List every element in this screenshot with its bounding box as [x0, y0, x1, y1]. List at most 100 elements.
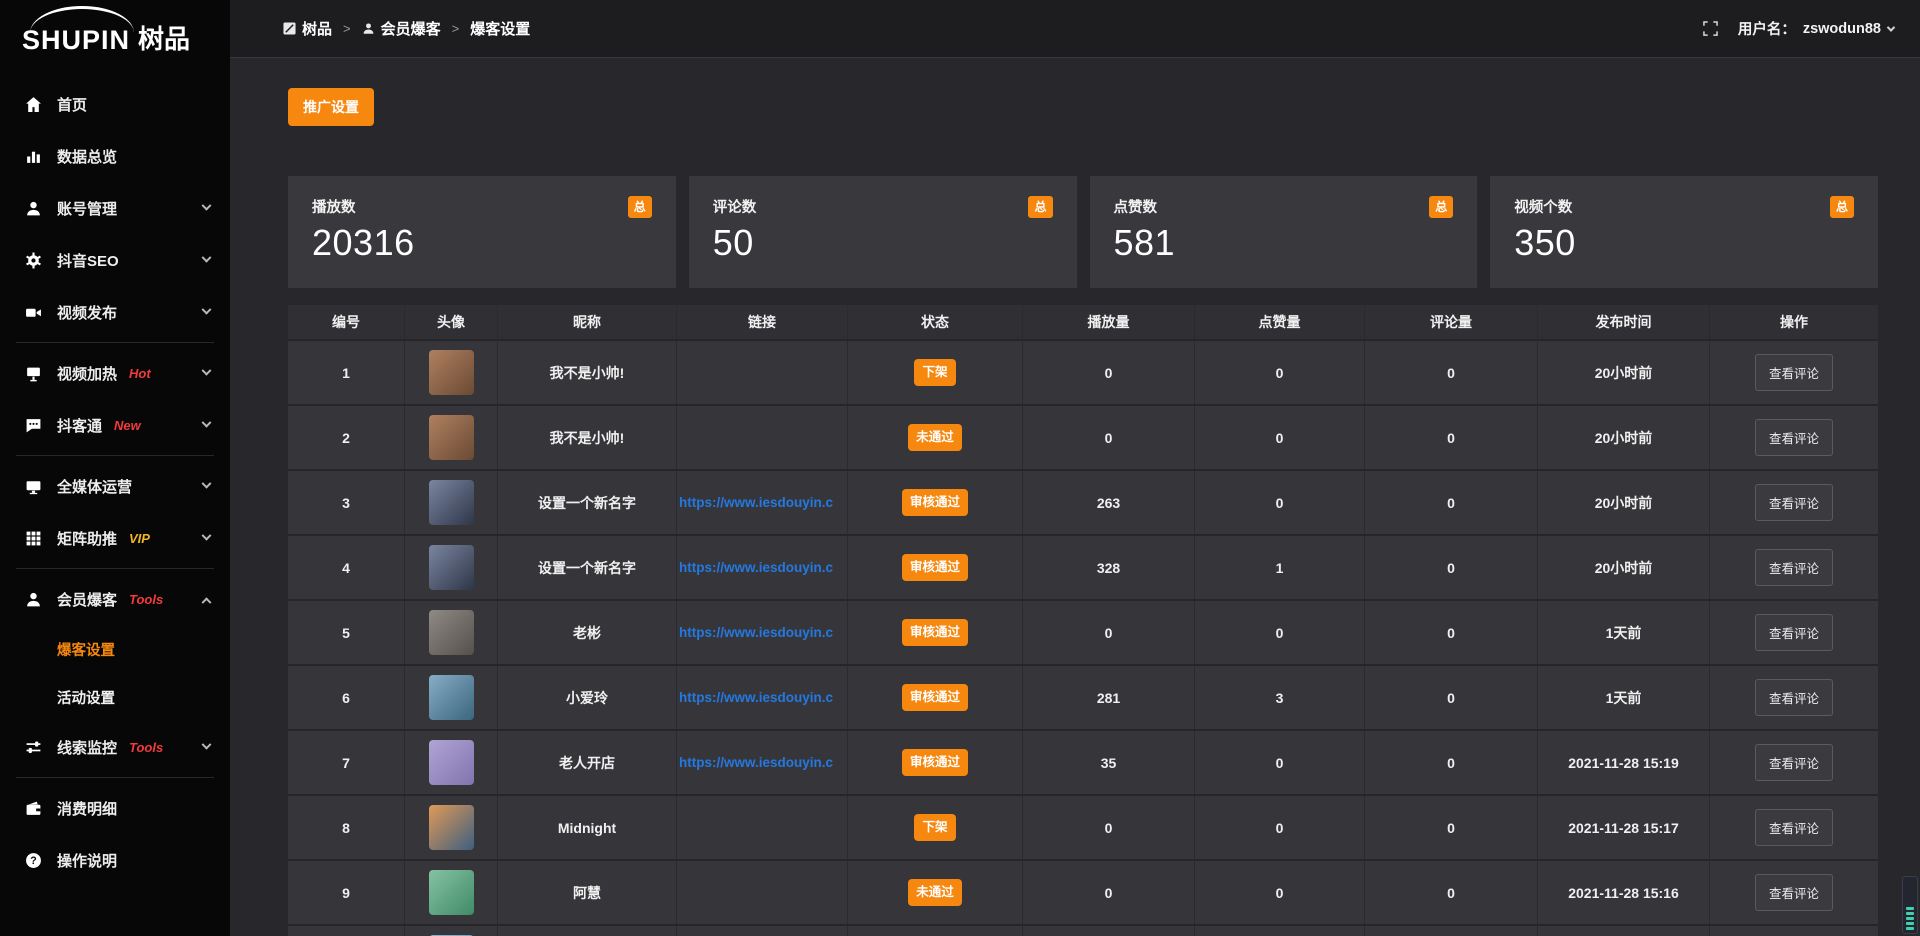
sidebar-item-operation-guide[interactable]: ? 操作说明: [0, 834, 230, 886]
view-comments-button[interactable]: 查看评论: [1755, 419, 1833, 456]
sidebar-item-media-operation[interactable]: 全媒体运营: [0, 460, 230, 512]
chevron-down-icon: [202, 200, 212, 210]
cell-status: 未通过: [848, 861, 1023, 924]
cell-comments: 0: [1365, 536, 1538, 599]
sidebar-item-consumption-detail[interactable]: 消费明细: [0, 782, 230, 834]
view-comments-button[interactable]: 查看评论: [1755, 484, 1833, 521]
status-badge: 未通过: [908, 879, 962, 906]
sidebar-item-account-management[interactable]: 账号管理: [0, 182, 230, 234]
cell-nickname: 设置一个新名字: [498, 471, 677, 534]
cell-status: 下架: [848, 796, 1023, 859]
cell-plays: 0: [1023, 796, 1195, 859]
sidebar: SHUPIN 树品 首页 数据总览 账号管理: [0, 0, 230, 936]
sidebar-item-video-heat[interactable]: 视频加热 Hot: [0, 347, 230, 399]
cell-plays: [1023, 926, 1195, 936]
video-link[interactable]: https://www.iesdouyin.c: [677, 690, 847, 705]
view-comments-button[interactable]: 查看评论: [1755, 874, 1833, 911]
breadcrumb-item-root[interactable]: 树品: [283, 18, 332, 39]
sidebar-item-clue-monitor[interactable]: 线索监控 Tools: [0, 721, 230, 773]
view-comments-button[interactable]: 查看评论: [1755, 809, 1833, 846]
sidebar-item-video-publish[interactable]: 视频发布: [0, 286, 230, 338]
breadcrumb-item-member-baoke[interactable]: 会员爆客: [362, 18, 441, 39]
cell-id: 9: [288, 861, 405, 924]
fullscreen-icon[interactable]: [1703, 21, 1718, 36]
dashboard-icon: [283, 22, 296, 35]
sidebar-subitem-label: 活动设置: [57, 687, 115, 708]
sidebar-item-data-overview[interactable]: 数据总览: [0, 130, 230, 182]
cell-nickname: 设置一个新名字: [498, 536, 677, 599]
cell-link: https://www.iesdouyin.c: [677, 731, 848, 794]
view-comments-button[interactable]: 查看评论: [1755, 614, 1833, 651]
view-comments-button[interactable]: 查看评论: [1755, 354, 1833, 391]
cell-comments: 0: [1365, 861, 1538, 924]
table-row: 4 设置一个新名字 https://www.iesdouyin.c 审核通过 3…: [288, 536, 1878, 601]
table-row: 7 老人开店 https://www.iesdouyin.c 审核通过 35 0…: [288, 731, 1878, 796]
cell-id: 8: [288, 796, 405, 859]
cell-nickname: 我不是小帅!: [498, 406, 677, 469]
video-link[interactable]: https://www.iesdouyin.c: [677, 560, 847, 575]
sidebar-subitem-baoke-settings[interactable]: 爆客设置: [0, 625, 230, 673]
cell-nickname: Midnight: [498, 796, 677, 859]
avatar: [429, 870, 474, 915]
app-window: SHUPIN 树品 首页 数据总览 账号管理: [0, 0, 1920, 936]
avatar: [429, 480, 474, 525]
cell-plays: 281: [1023, 666, 1195, 729]
video-link[interactable]: https://www.iesdouyin.c: [677, 755, 847, 770]
chevron-down-icon: [202, 530, 212, 540]
stat-label: 评论数: [713, 196, 757, 217]
sidebar-item-matrix-boost[interactable]: 矩阵助推 VIP: [0, 512, 230, 564]
sidebar-item-home[interactable]: 首页: [0, 78, 230, 130]
page-title: 爆客设置: [470, 18, 530, 39]
sidebar-subitem-label: 爆客设置: [57, 639, 115, 660]
cell-link: [677, 341, 848, 404]
col-header-status: 状态: [848, 305, 1023, 339]
cell-comments: 0: [1365, 601, 1538, 664]
chevron-down-icon: [202, 417, 212, 427]
col-header-id: 编号: [288, 305, 405, 339]
cell-likes: 0: [1195, 731, 1365, 794]
sidebar-item-douyin-seo[interactable]: 抖音SEO: [0, 234, 230, 286]
sidebar-item-doukertong[interactable]: 抖客通 New: [0, 399, 230, 451]
table-row: 5 老彬 https://www.iesdouyin.c 审核通过 0 0 0 …: [288, 601, 1878, 666]
user-menu[interactable]: 用户名： zswodun88: [1738, 18, 1894, 39]
chevron-down-icon: [202, 304, 212, 314]
view-comments-button[interactable]: 查看评论: [1755, 679, 1833, 716]
video-link[interactable]: https://www.iesdouyin.c: [677, 625, 847, 640]
cell-status: [848, 926, 1023, 936]
cell-actions: 查看评论: [1710, 601, 1878, 664]
table-row: 2 我不是小帅! 未通过 0 0 0 20小时前 查看评论: [288, 406, 1878, 471]
total-badge: 总: [1429, 196, 1453, 218]
user-icon: [24, 199, 42, 217]
floating-widget[interactable]: [1902, 876, 1918, 934]
cell-time: 1天前: [1538, 601, 1710, 664]
cell-link: [677, 926, 848, 936]
brand-logo[interactable]: SHUPIN 树品: [0, 0, 230, 64]
cell-status: 审核通过: [848, 601, 1023, 664]
cell-actions: 查看评论: [1710, 406, 1878, 469]
view-comments-button[interactable]: 查看评论: [1755, 744, 1833, 781]
cell-actions: 查看评论: [1710, 796, 1878, 859]
cell-id: 2: [288, 406, 405, 469]
stat-value: 581: [1114, 222, 1454, 264]
cell-id: 7: [288, 731, 405, 794]
sidebar-item-member-baoke[interactable]: 会员爆客 Tools: [0, 573, 230, 625]
sidebar-item-label: 首页: [57, 94, 87, 115]
sidebar-subitem-activity-settings[interactable]: 活动设置: [0, 673, 230, 721]
cell-comments: 0: [1365, 471, 1538, 534]
cell-likes: 0: [1195, 341, 1365, 404]
promo-settings-button[interactable]: 推广设置: [288, 88, 374, 126]
sidebar-divider: [16, 342, 214, 343]
cell-link: https://www.iesdouyin.c: [677, 536, 848, 599]
status-badge: 审核通过: [902, 619, 968, 646]
sidebar-item-label: 操作说明: [57, 850, 117, 871]
view-comments-button[interactable]: 查看评论: [1755, 549, 1833, 586]
cell-time: [1538, 926, 1710, 936]
stat-value: 20316: [312, 222, 652, 264]
cell-actions: 查看评论: [1710, 666, 1878, 729]
tools-tag: Tools: [129, 740, 163, 755]
sidebar-item-label: 数据总览: [57, 146, 117, 167]
video-link[interactable]: https://www.iesdouyin.c: [677, 495, 847, 510]
cell-time: 1天前: [1538, 666, 1710, 729]
cell-link: [677, 796, 848, 859]
table-row: 1 我不是小帅! 下架 0 0 0 20小时前 查看评论: [288, 341, 1878, 406]
